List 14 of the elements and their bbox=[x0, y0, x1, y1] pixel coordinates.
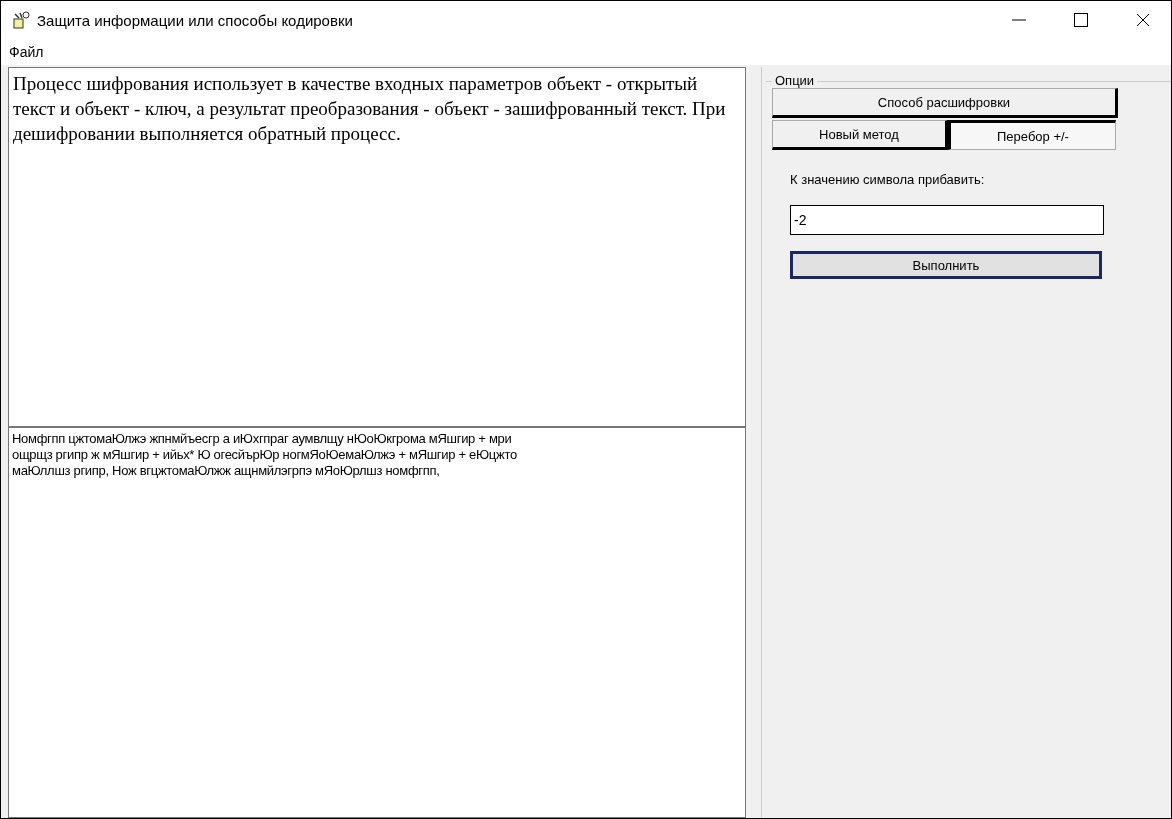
method-tab[interactable]: Перебор +/- bbox=[948, 120, 1116, 150]
close-icon[interactable] bbox=[1135, 12, 1151, 28]
shift-input[interactable]: -2 bbox=[790, 205, 1104, 235]
app-icon bbox=[11, 10, 31, 30]
encoded-text-area[interactable]: Номфгпп цжтомаЮлжэ жпнмйъесгр а иЮхгпраг аумвлщу нЮоЮкгрома мЯшгир + мри ощрщз ргипр ж мЯшгир + ийьх* Ю огесйърЮр ногмЯоЮемаЮлжэ + мЯшгир + еЮцжто маЮллшз ргипр, Нож вгцжтомаЮлжж ащнмйлэгрпэ мЯоЮрлшз номфгпп, bbox=[8, 427, 746, 818]
plain-text-area[interactable]: Процесс шифрования использует в качестве входных параметров объект - открытый текст и объект - ключ, а результат преобразования - объект - зашифрованный текст. При дешифровании выполняется обратный процесс. bbox=[8, 67, 746, 427]
mode-button[interactable]: Способ расшифровки bbox=[772, 88, 1118, 118]
group-title: Опции bbox=[772, 73, 818, 88]
window-title: Защита информации или способы кодировки bbox=[37, 11, 353, 29]
maximize-icon[interactable] bbox=[1073, 12, 1089, 28]
shift-label: К значению символа прибавить: bbox=[790, 172, 985, 187]
menu-item[interactable]: Файл bbox=[9, 44, 44, 60]
method-tab[interactable]: Новый метод bbox=[772, 120, 948, 150]
run-button[interactable]: Выполнить bbox=[790, 251, 1102, 279]
